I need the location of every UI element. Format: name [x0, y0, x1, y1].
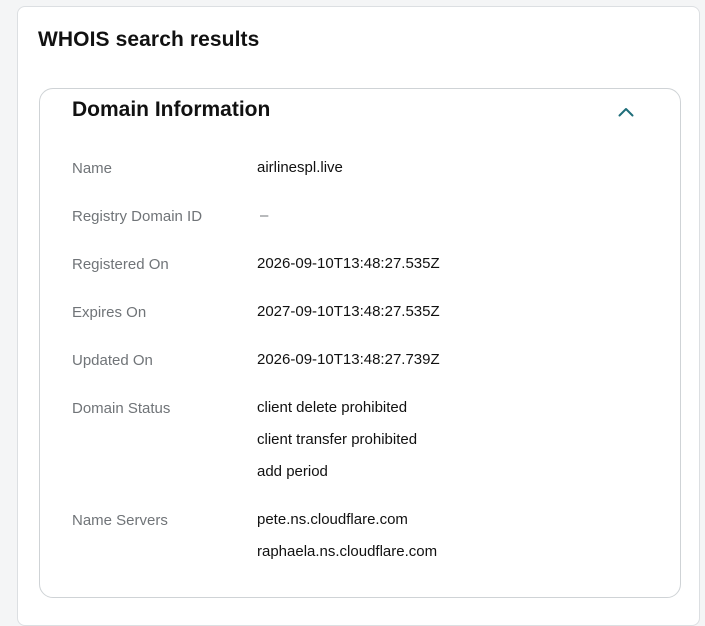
registry-domain-id-label: Registry Domain ID: [72, 208, 203, 225]
registry-domain-id-text: –: [260, 207, 269, 224]
name-servers-label: Name Servers: [72, 512, 168, 529]
domain-status-item: client delete prohibited: [257, 399, 408, 416]
registry-domain-id-value: –: [257, 208, 268, 240]
domain-information-panel: Domain Information Name airlinespl.live …: [39, 88, 681, 598]
registered-on-value: 2026-09-10T13:48:27.535Z: [257, 256, 440, 288]
name-servers-values: pete.ns.cloudflare.com raphaela.ns.cloud…: [257, 512, 437, 576]
expires-on-value: 2027-09-10T13:48:27.535Z: [257, 304, 440, 336]
chevron-up-icon: [618, 108, 634, 117]
expires-on-text: 2027-09-10T13:48:27.535Z: [257, 303, 440, 320]
registered-on-text: 2026-09-10T13:48:27.535Z: [257, 255, 440, 272]
collapse-toggle-button[interactable]: [614, 103, 638, 121]
name-server-item: pete.ns.cloudflare.com: [257, 511, 408, 528]
page-title: WHOIS search results: [38, 28, 260, 51]
domain-status-label: Domain Status: [72, 400, 171, 417]
section-title: Domain Information: [72, 98, 271, 121]
registered-on-label: Registered On: [72, 256, 169, 273]
updated-on-value: 2026-09-10T13:48:27.739Z: [257, 352, 440, 384]
updated-on-label: Updated On: [72, 352, 153, 369]
name-value: airlinespl.live: [257, 160, 343, 192]
updated-on-text: 2026-09-10T13:48:27.739Z: [257, 351, 440, 368]
expires-on-label: Expires On: [72, 304, 147, 321]
domain-status-item: add period: [257, 463, 328, 480]
name-server-item: raphaela.ns.cloudflare.com: [257, 543, 438, 560]
domain-status-item: client transfer prohibited: [257, 431, 418, 448]
domain-status-values: client delete prohibited client transfer…: [257, 400, 417, 496]
whois-results-card: WHOIS search results Domain Information …: [17, 6, 700, 626]
domain-name-value: airlinespl.live: [257, 159, 343, 176]
name-label: Name: [72, 160, 113, 177]
